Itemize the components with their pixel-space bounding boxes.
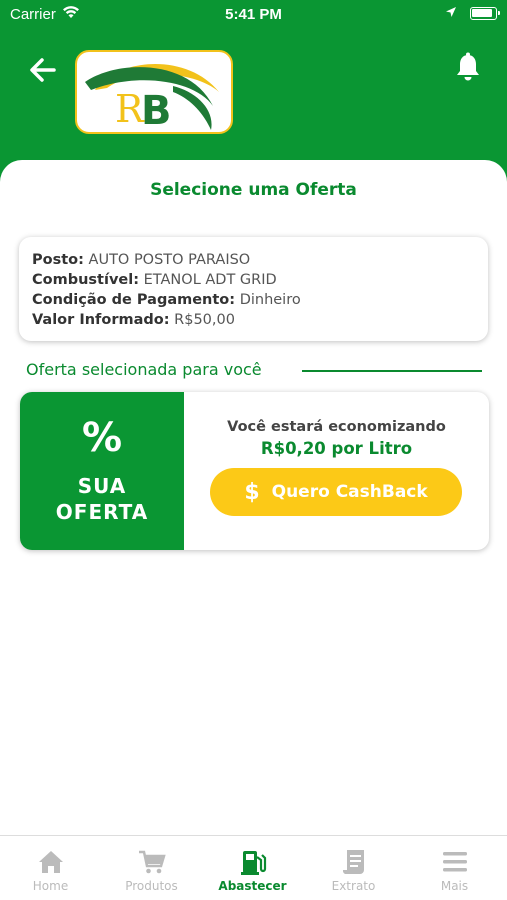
tab-produtos-label: Produtos xyxy=(125,879,178,893)
svg-text:B: B xyxy=(141,88,172,134)
receipt-icon xyxy=(342,850,364,874)
offer-details: Você estará economizando R$0,20 por Litr… xyxy=(184,392,489,550)
saving-value: R$0,20 por Litro xyxy=(260,439,413,458)
cashback-button[interactable]: $ Quero CashBack xyxy=(210,468,462,516)
offer-label-line2: OFERTA xyxy=(55,500,149,524)
info-valor: Valor Informado: R$50,00 xyxy=(32,310,475,330)
tab-bar: Home Produtos Abastecer Extrato Mais xyxy=(0,835,507,900)
offer-badge: % SUA OFERTA xyxy=(20,392,184,550)
info-posto: Posto: AUTO POSTO PARAISO xyxy=(32,250,475,270)
cashback-button-label: Quero CashBack xyxy=(271,482,428,502)
info-valor-label: Valor Informado: xyxy=(32,312,170,328)
percent-icon: % xyxy=(81,415,123,461)
cart-icon xyxy=(139,850,166,874)
tab-mais[interactable]: Mais xyxy=(404,836,505,900)
tab-home[interactable]: Home xyxy=(0,836,101,900)
page-title: Selecione uma Oferta xyxy=(150,180,357,200)
status-time: 5:41 PM xyxy=(225,6,282,23)
tab-extrato[interactable]: Extrato xyxy=(303,836,404,900)
location-arrow-icon xyxy=(446,7,456,17)
menu-icon xyxy=(443,852,467,872)
back-button[interactable] xyxy=(28,56,58,84)
info-pagamento-label: Condição de Pagamento: xyxy=(32,292,236,308)
tab-abastecer[interactable]: Abastecer xyxy=(202,836,303,900)
tab-abastecer-label: Abastecer xyxy=(218,879,287,893)
tab-produtos[interactable]: Produtos xyxy=(101,836,202,900)
fuel-info-card: Posto: AUTO POSTO PARAISO Combustível: E… xyxy=(19,237,488,341)
status-bar: Carrier 5:41 PM xyxy=(0,0,507,28)
screen: Carrier 5:41 PM R B Selecione uma Oferta… xyxy=(0,0,507,900)
tab-extrato-label: Extrato xyxy=(331,879,376,893)
offer-label-line1: SUA xyxy=(77,474,127,498)
info-combustivel-label: Combustível: xyxy=(32,272,140,288)
section-header: Oferta selecionada para você xyxy=(26,358,482,382)
tab-home-label: Home xyxy=(32,879,69,893)
section-divider xyxy=(302,370,482,372)
info-combustivel: Combustível: ETANOL ADT GRID xyxy=(32,270,475,290)
fuel-pump-icon xyxy=(241,851,267,875)
info-pagamento: Condição de Pagamento: Dinheiro xyxy=(32,290,475,310)
notifications-button[interactable] xyxy=(455,52,481,82)
bell-icon xyxy=(457,52,479,81)
info-pagamento-value: Dinheiro xyxy=(239,292,301,308)
info-combustivel-value: ETANOL ADT GRID xyxy=(143,272,277,288)
saving-text: Você estará economizando xyxy=(227,419,446,435)
battery-icon xyxy=(470,7,500,20)
section-label: Oferta selecionada para você xyxy=(26,360,262,379)
dollar-icon: $ xyxy=(244,479,260,505)
logo: R B xyxy=(75,50,233,134)
info-posto-value: AUTO POSTO PARAISO xyxy=(88,252,251,268)
home-icon xyxy=(39,851,63,873)
tab-mais-label: Mais xyxy=(440,879,469,893)
arrow-left-icon xyxy=(30,58,56,82)
content-panel: Selecione uma Oferta Posto: AUTO POSTO P… xyxy=(0,160,507,840)
info-valor-value: R$50,00 xyxy=(174,312,235,328)
info-posto-label: Posto: xyxy=(32,252,84,268)
offer-card[interactable]: % SUA OFERTA Você estará economizando R$… xyxy=(20,392,489,550)
